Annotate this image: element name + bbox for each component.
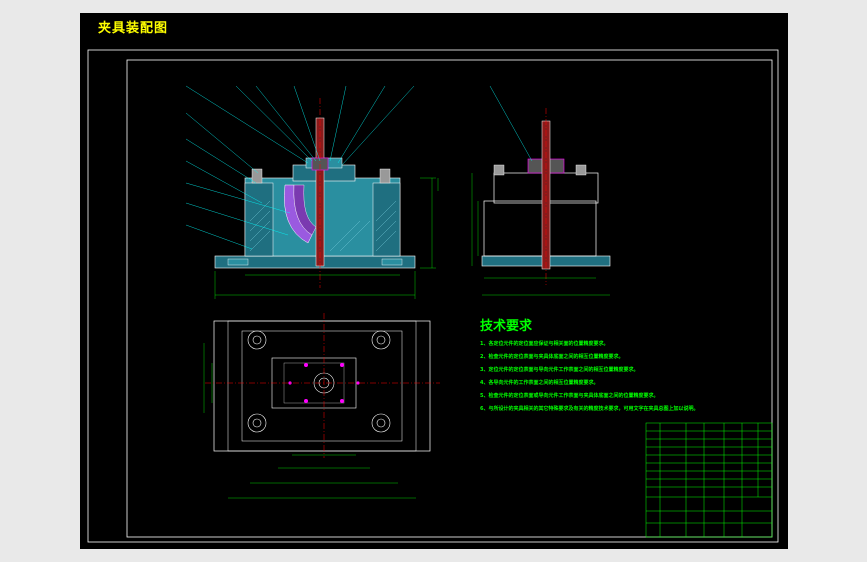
drawing-canvas[interactable]: 夹具装配图 技术要求 1、各定位元件的定位面应保证与相关面的位置精度要求。 2、…: [80, 13, 788, 549]
side-view: [471, 85, 611, 296]
requirement-item: 2、检查元件的定位表面与夹具体底面之间的相互位置精度要求。: [480, 354, 624, 360]
requirement-item: 3、定位元件的定位表面与导向元件工作表面之间的相互位置精度要求。: [480, 367, 639, 373]
requirement-item: 1、各定位元件的定位面应保证与相关面的位置精度要求。: [480, 341, 609, 347]
inner-border: [126, 59, 773, 538]
outer-border: [87, 49, 779, 543]
tech-requirements-list: 1、各定位元件的定位面应保证与相关面的位置精度要求。 2、检查元件的定位表面与夹…: [480, 338, 780, 416]
title-block: [645, 422, 773, 538]
front-view: [185, 85, 439, 299]
assembly-drawing: [87, 49, 779, 543]
requirement-item: 6、与所设计的夹具相关的其它特殊要求及有关的精度技术要求，可用文字在夹具总图上加…: [480, 406, 699, 412]
requirement-item: 4、各导向元件的工作表面之间的相互位置精度要求。: [480, 380, 599, 386]
tech-requirements-title: 技术要求: [480, 319, 533, 334]
requirement-item: 5、检查元件的定位表面或导向元件工作表面与夹具体底面之间的位置精度要求。: [480, 393, 659, 399]
top-view: [203, 313, 440, 499]
